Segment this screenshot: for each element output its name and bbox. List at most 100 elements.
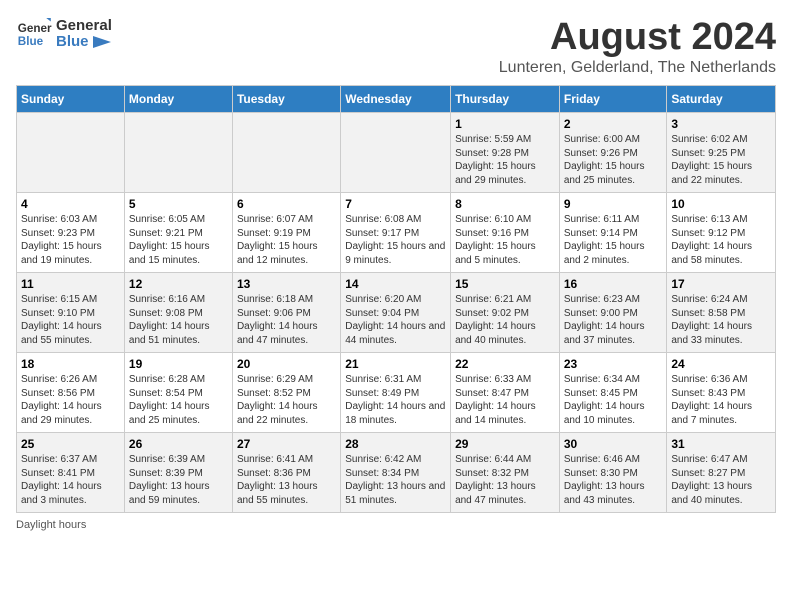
day-number: 22 [455, 357, 555, 371]
calendar-week-4: 18Sunrise: 6:26 AM Sunset: 8:56 PM Dayli… [17, 353, 776, 433]
day-info: Sunrise: 6:41 AM Sunset: 8:36 PM Dayligh… [237, 453, 336, 507]
calendar-cell: 26 Sunrise: 6:39 AM Sunset: 8:39 PM Dayli… [124, 433, 232, 513]
day-number: 21 [345, 357, 446, 371]
day-number: 4 [21, 197, 120, 211]
month-title: August 2024 [499, 16, 776, 59]
day-info: Sunrise: 6:00 AM Sunset: 9:26 PM Dayligh… [564, 133, 663, 187]
day-info: Sunrise: 6:03 AM Sunset: 9:23 PM Dayligh… [21, 213, 120, 267]
day-number: 14 [345, 277, 446, 291]
day-info: Sunrise: 6:39 AM Sunset: 8:39 PM Dayligh… [129, 453, 228, 507]
day-number: 29 [455, 437, 555, 451]
calendar-cell: 20 Sunrise: 6:29 AM Sunset: 8:52 PM Dayli… [232, 353, 340, 433]
calendar-cell: 2 Sunrise: 6:00 AM Sunset: 9:26 PM Daylig… [559, 113, 667, 193]
day-number: 6 [237, 197, 336, 211]
calendar-cell: 3Sunrise: 6:02 AM Sunset: 9:25 PM Daylig… [667, 113, 776, 193]
day-info: Sunrise: 6:28 AM Sunset: 8:54 PM Dayligh… [129, 373, 228, 427]
day-info: Sunrise: 6:18 AM Sunset: 9:06 PM Dayligh… [237, 293, 336, 347]
logo-icon: General Blue [16, 16, 52, 52]
day-number: 20 [237, 357, 336, 371]
calendar-cell: 5Sunrise: 6:05 AM Sunset: 9:21 PM Daylig… [124, 193, 232, 273]
calendar-cell: 16 Sunrise: 6:23 AM Sunset: 9:00 PM Dayli… [559, 273, 667, 353]
day-info: Sunrise: 6:15 AM Sunset: 9:10 PM Dayligh… [21, 293, 120, 347]
day-info: Sunrise: 6:42 AM Sunset: 8:34 PM Dayligh… [345, 453, 446, 507]
day-number: 12 [129, 277, 228, 291]
day-info: Sunrise: 6:37 AM Sunset: 8:41 PM Dayligh… [21, 453, 120, 507]
day-number: 9 [564, 197, 663, 211]
calendar-cell [232, 113, 340, 193]
header: General Blue General Blue August 2024 Lu… [16, 16, 776, 77]
day-info: Sunrise: 6:13 AM Sunset: 9:12 PM Dayligh… [671, 213, 771, 267]
day-number: 10 [671, 197, 771, 211]
header-thursday: Thursday [451, 86, 560, 113]
calendar-cell: 15Sunrise: 6:21 AM Sunset: 9:02 PM Dayli… [451, 273, 560, 353]
day-number: 28 [345, 437, 446, 451]
calendar-cell: 23 Sunrise: 6:34 AM Sunset: 8:45 PM Dayli… [559, 353, 667, 433]
day-info: Sunrise: 6:23 AM Sunset: 9:00 PM Dayligh… [564, 293, 663, 347]
day-info: Sunrise: 6:44 AM Sunset: 8:32 PM Dayligh… [455, 453, 555, 507]
logo-flag-icon [93, 36, 111, 48]
day-info: Sunrise: 6:08 AM Sunset: 9:17 PM Dayligh… [345, 213, 446, 267]
calendar-cell: 10 Sunrise: 6:13 AM Sunset: 9:12 PM Dayli… [667, 193, 776, 273]
calendar-cell: 6 Sunrise: 6:07 AM Sunset: 9:19 PM Daylig… [232, 193, 340, 273]
day-info: Sunrise: 6:24 AM Sunset: 8:58 PM Dayligh… [671, 293, 771, 347]
day-info: Sunrise: 6:34 AM Sunset: 8:45 PM Dayligh… [564, 373, 663, 427]
day-info: Sunrise: 6:16 AM Sunset: 9:08 PM Dayligh… [129, 293, 228, 347]
logo: General Blue General Blue [16, 16, 112, 52]
day-number: 30 [564, 437, 663, 451]
day-info: Sunrise: 6:21 AM Sunset: 9:02 PM Dayligh… [455, 293, 555, 347]
title-section: August 2024 Lunteren, Gelderland, The Ne… [499, 16, 776, 77]
calendar-cell [341, 113, 451, 193]
logo-general: General [56, 18, 112, 35]
day-number: 1 [455, 117, 555, 131]
header-wednesday: Wednesday [341, 86, 451, 113]
calendar-cell: 22 Sunrise: 6:33 AM Sunset: 8:47 PM Dayli… [451, 353, 560, 433]
day-number: 23 [564, 357, 663, 371]
day-info: Sunrise: 6:31 AM Sunset: 8:49 PM Dayligh… [345, 373, 446, 427]
day-info: Sunrise: 6:47 AM Sunset: 8:27 PM Dayligh… [671, 453, 771, 507]
daylight-label: Daylight hours [16, 519, 86, 531]
day-info: Sunrise: 6:05 AM Sunset: 9:21 PM Dayligh… [129, 213, 228, 267]
day-info: Sunrise: 6:26 AM Sunset: 8:56 PM Dayligh… [21, 373, 120, 427]
calendar-cell [124, 113, 232, 193]
location-subtitle: Lunteren, Gelderland, The Netherlands [499, 59, 776, 77]
day-info: Sunrise: 6:11 AM Sunset: 9:14 PM Dayligh… [564, 213, 663, 267]
day-number: 2 [564, 117, 663, 131]
calendar-header-row: Sunday Monday Tuesday Wednesday Thursday… [17, 86, 776, 113]
day-info: Sunrise: 6:10 AM Sunset: 9:16 PM Dayligh… [455, 213, 555, 267]
day-number: 8 [455, 197, 555, 211]
header-tuesday: Tuesday [232, 86, 340, 113]
calendar-cell: 25 Sunrise: 6:37 AM Sunset: 8:41 PM Dayli… [17, 433, 125, 513]
day-info: Sunrise: 6:33 AM Sunset: 8:47 PM Dayligh… [455, 373, 555, 427]
calendar-cell: 8 Sunrise: 6:10 AM Sunset: 9:16 PM Daylig… [451, 193, 560, 273]
calendar-cell: 27 Sunrise: 6:41 AM Sunset: 8:36 PM Dayli… [232, 433, 340, 513]
header-saturday: Saturday [667, 86, 776, 113]
header-sunday: Sunday [17, 86, 125, 113]
calendar-cell: 21 Sunrise: 6:31 AM Sunset: 8:49 PM Dayli… [341, 353, 451, 433]
day-info: Sunrise: 6:29 AM Sunset: 8:52 PM Dayligh… [237, 373, 336, 427]
calendar-cell: 11Sunrise: 6:15 AM Sunset: 9:10 PM Dayli… [17, 273, 125, 353]
calendar-cell: 7 Sunrise: 6:08 AM Sunset: 9:17 PM Daylig… [341, 193, 451, 273]
day-number: 7 [345, 197, 446, 211]
day-number: 13 [237, 277, 336, 291]
calendar-cell: 14Sunrise: 6:20 AM Sunset: 9:04 PM Dayli… [341, 273, 451, 353]
day-number: 17 [671, 277, 771, 291]
day-number: 16 [564, 277, 663, 291]
day-info: Sunrise: 5:59 AM Sunset: 9:28 PM Dayligh… [455, 133, 555, 187]
day-info: Sunrise: 6:36 AM Sunset: 8:43 PM Dayligh… [671, 373, 771, 427]
calendar-cell: 28 Sunrise: 6:42 AM Sunset: 8:34 PM Dayli… [341, 433, 451, 513]
calendar-cell: 9 Sunrise: 6:11 AM Sunset: 9:14 PM Daylig… [559, 193, 667, 273]
day-info: Sunrise: 6:07 AM Sunset: 9:19 PM Dayligh… [237, 213, 336, 267]
calendar-week-1: 1 Sunrise: 5:59 AM Sunset: 9:28 PM Daylig… [17, 113, 776, 193]
calendar-cell: 31Sunrise: 6:47 AM Sunset: 8:27 PM Dayli… [667, 433, 776, 513]
calendar-cell: 18Sunrise: 6:26 AM Sunset: 8:56 PM Dayli… [17, 353, 125, 433]
svg-text:Blue: Blue [18, 35, 44, 48]
day-number: 27 [237, 437, 336, 451]
footer: Daylight hours [16, 519, 776, 531]
calendar-cell: 29 Sunrise: 6:44 AM Sunset: 8:32 PM Dayli… [451, 433, 560, 513]
day-info: Sunrise: 6:02 AM Sunset: 9:25 PM Dayligh… [671, 133, 771, 187]
calendar-cell: 24Sunrise: 6:36 AM Sunset: 8:43 PM Dayli… [667, 353, 776, 433]
day-number: 25 [21, 437, 120, 451]
calendar-cell: 13 Sunrise: 6:18 AM Sunset: 9:06 PM Dayli… [232, 273, 340, 353]
day-number: 26 [129, 437, 228, 451]
calendar-week-2: 4 Sunrise: 6:03 AM Sunset: 9:23 PM Daylig… [17, 193, 776, 273]
